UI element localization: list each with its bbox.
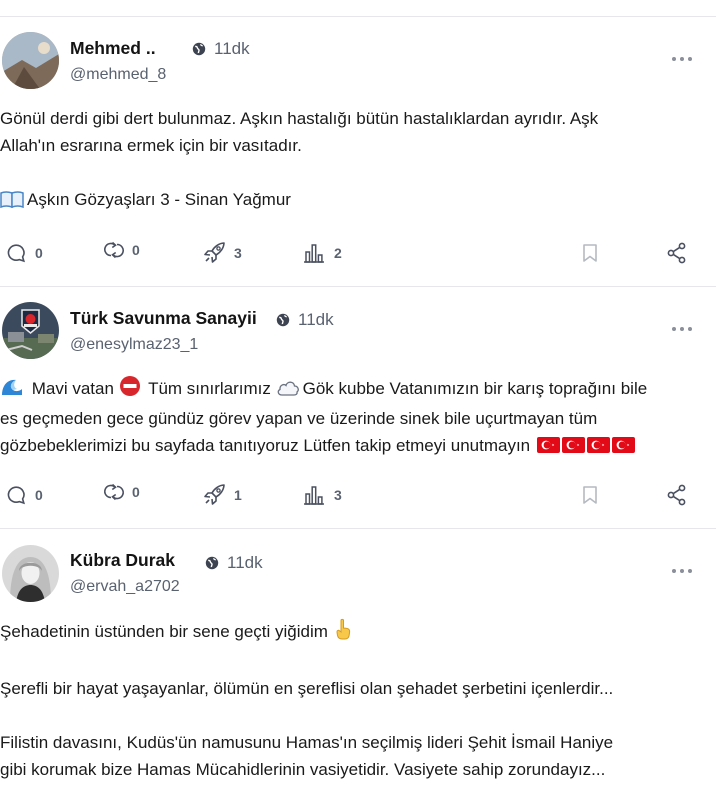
author-handle[interactable]: @ervah_a2702 bbox=[70, 578, 180, 596]
text-fragment: Şehadetinin üstünden bir sene geçti yiği… bbox=[0, 622, 333, 641]
author-name[interactable]: Kübra Durak bbox=[70, 550, 175, 571]
author-name[interactable]: Türk Savunma Sanayii bbox=[70, 308, 257, 329]
views-button[interactable]: 2 bbox=[303, 243, 342, 263]
text-line: Gönül derdi gibi dert bulunmaz. Aşkın ha… bbox=[0, 109, 599, 128]
time-label: 11dk bbox=[227, 553, 263, 572]
post-text: Mavi vatan Tüm sınırlarımız Gök kubbe Va… bbox=[0, 375, 700, 459]
post-time: 11dk bbox=[205, 553, 263, 573]
globe-icon bbox=[192, 42, 206, 56]
turkey-flag-icon bbox=[561, 437, 585, 453]
text-line-empty bbox=[0, 648, 700, 675]
comment-icon bbox=[7, 486, 25, 505]
text-line-empty bbox=[0, 702, 700, 729]
chart-bars-icon bbox=[304, 244, 324, 263]
time-label: 11dk bbox=[298, 310, 334, 329]
cloud-icon bbox=[276, 378, 300, 405]
turkey-flag-icon bbox=[586, 437, 610, 453]
bookmark-button[interactable] bbox=[582, 243, 598, 263]
text-fragment: Gök kubbe Vatanımızın bir karış toprağın… bbox=[302, 379, 648, 398]
avatar[interactable] bbox=[2, 32, 59, 89]
author-handle[interactable]: @enesylmaz23_1 bbox=[70, 336, 198, 354]
comment-button[interactable]: 0 bbox=[6, 485, 43, 505]
text-line: Aşkın Gözyaşları 3 - Sinan Yağmur bbox=[0, 186, 700, 216]
text-line: es geçmeden gece gündüz görev yapan ve ü… bbox=[0, 409, 598, 428]
post-divider bbox=[0, 528, 716, 529]
views-button[interactable]: 3 bbox=[303, 485, 342, 505]
text-fragment: Mavi vatan bbox=[27, 379, 119, 398]
author-name[interactable]: Mehmed .. bbox=[70, 38, 156, 59]
repost-count: 0 bbox=[132, 484, 140, 500]
repost-icon bbox=[104, 241, 124, 259]
no-entry-icon bbox=[119, 375, 141, 405]
text-line: gibi korumak bize Hamas Mücahidlerinin v… bbox=[0, 760, 606, 779]
top-divider bbox=[0, 16, 716, 17]
text-fragment: gözbebeklerimizi bu sayfada tanıtıyoruz … bbox=[0, 436, 535, 455]
share-button[interactable] bbox=[667, 242, 687, 264]
share-icon bbox=[667, 242, 686, 264]
text-line: Şehadetinin üstünden bir sene geçti yiği… bbox=[0, 618, 700, 648]
time-label: 11dk bbox=[214, 39, 250, 58]
book-title: Aşkın Gözyaşları 3 - Sinan Yağmur bbox=[27, 190, 291, 209]
boost-count: 3 bbox=[234, 245, 242, 261]
comment-icon bbox=[7, 244, 25, 263]
repost-icon bbox=[104, 483, 124, 501]
bookmark-icon bbox=[583, 244, 597, 262]
avatar[interactable] bbox=[2, 545, 59, 602]
views-count: 2 bbox=[334, 245, 342, 261]
comment-button[interactable]: 0 bbox=[6, 243, 43, 263]
more-options-icon[interactable] bbox=[672, 55, 696, 63]
more-options-icon[interactable] bbox=[672, 567, 696, 575]
boost-button[interactable]: 3 bbox=[202, 241, 242, 265]
rocket-icon bbox=[204, 242, 225, 263]
text-line: gözbebeklerimizi bu sayfada tanıtıyoruz … bbox=[0, 432, 700, 459]
views-count: 3 bbox=[334, 487, 342, 503]
bookmark-button[interactable] bbox=[582, 485, 598, 505]
avatar[interactable] bbox=[2, 302, 59, 359]
comment-count: 0 bbox=[35, 245, 43, 261]
text-line: Allah'ın esrarına ermek için bir vasıtad… bbox=[0, 136, 302, 155]
boost-count: 1 bbox=[234, 487, 242, 503]
boost-button[interactable]: 1 bbox=[202, 483, 242, 507]
post-text: Şehadetinin üstünden bir sene geçti yiği… bbox=[0, 618, 700, 783]
turkey-flag-icon bbox=[611, 437, 635, 453]
wave-icon bbox=[0, 377, 24, 405]
bookmark-icon bbox=[583, 486, 597, 504]
globe-icon bbox=[276, 313, 290, 327]
repost-button[interactable]: 0 bbox=[102, 482, 140, 502]
repost-count: 0 bbox=[132, 242, 140, 258]
author-handle[interactable]: @mehmed_8 bbox=[70, 66, 166, 84]
chart-bars-icon bbox=[304, 486, 324, 505]
repost-button[interactable]: 0 bbox=[102, 240, 140, 260]
text-line: Filistin davasını, Kudüs'ün namusunu Ham… bbox=[0, 733, 614, 752]
turkey-flag-icon bbox=[536, 437, 560, 453]
text-line: Mavi vatan Tüm sınırlarımız Gök kubbe Va… bbox=[0, 375, 700, 405]
share-button[interactable] bbox=[667, 484, 687, 506]
post-text: Gönül derdi gibi dert bulunmaz. Aşkın ha… bbox=[0, 105, 700, 216]
text-line-empty bbox=[0, 159, 700, 186]
text-fragment: Tüm sınırlarımız bbox=[143, 379, 276, 398]
rocket-icon bbox=[204, 484, 225, 505]
book-icon bbox=[0, 189, 24, 216]
share-icon bbox=[667, 484, 686, 506]
comment-count: 0 bbox=[35, 487, 43, 503]
more-options-icon[interactable] bbox=[672, 325, 696, 333]
post-time: 11dk bbox=[192, 39, 250, 59]
globe-icon bbox=[205, 556, 219, 570]
post-divider bbox=[0, 286, 716, 287]
post-time: 11dk bbox=[276, 310, 334, 330]
text-line: Şerefli bir hayat yaşayanlar, ölümün en … bbox=[0, 679, 614, 698]
pointing-up-icon bbox=[333, 618, 353, 648]
